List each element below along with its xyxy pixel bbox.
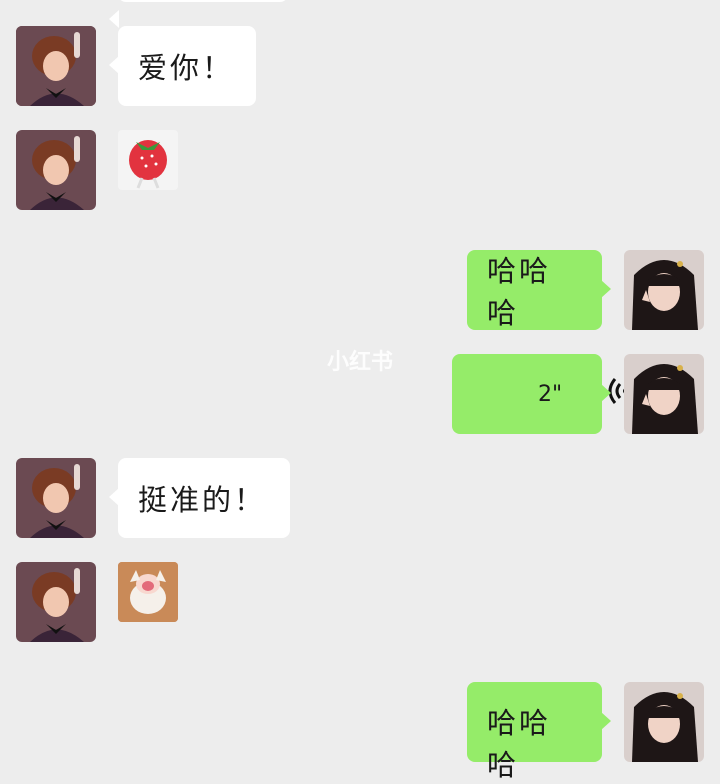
laughing-cat-sticker[interactable]	[118, 562, 178, 622]
message-bubble-partial[interactable]	[109, 0, 288, 28]
watermark: 小红书	[326, 350, 393, 375]
received-message-bubble[interactable]: 爱你！	[109, 26, 256, 106]
message-text: 哈哈哈	[487, 706, 552, 782]
contact-avatar[interactable]	[16, 562, 96, 642]
sent-message-bubble[interactable]: 哈哈哈	[467, 250, 611, 330]
sent-message-bubble[interactable]: 哈哈哈	[467, 682, 611, 782]
contact-avatar[interactable]	[16, 26, 96, 106]
contact-avatar[interactable]	[16, 130, 96, 210]
user-avatar[interactable]	[624, 250, 704, 330]
user-avatar[interactable]	[624, 682, 704, 762]
user-avatar[interactable]	[624, 354, 704, 434]
message-text: 挺准的！	[138, 483, 267, 517]
contact-avatar[interactable]	[16, 458, 96, 538]
message-text: 爱你！	[138, 51, 235, 85]
received-message-bubble[interactable]: 挺准的！	[109, 458, 290, 538]
voice-message-bubble[interactable]: 2"	[452, 354, 630, 434]
message-text: 哈哈哈	[487, 254, 552, 330]
strawberry-sticker[interactable]	[118, 130, 178, 190]
voice-duration: 2"	[538, 381, 563, 407]
